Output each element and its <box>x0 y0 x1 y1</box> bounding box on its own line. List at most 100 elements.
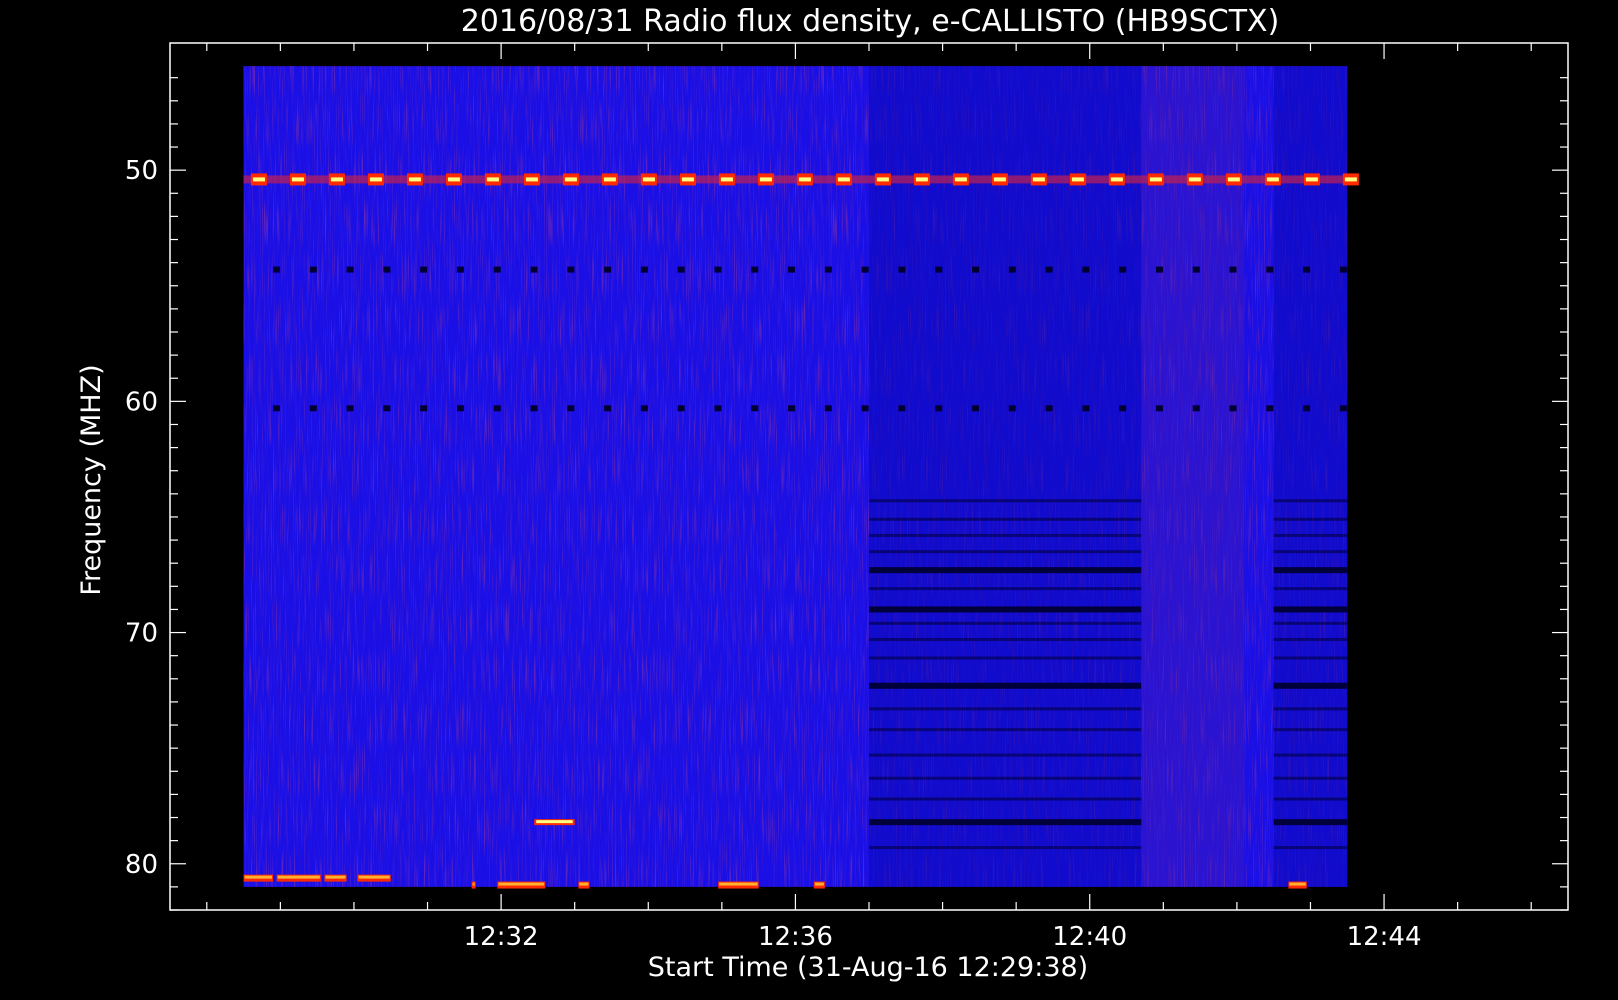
dark-band-line <box>1273 819 1348 826</box>
dotted-band-dot <box>972 266 980 273</box>
dotted-band-dot <box>751 405 759 412</box>
dark-band-line <box>869 797 1142 801</box>
dark-band-line <box>1273 728 1348 732</box>
strong-band-peak <box>1110 177 1123 182</box>
burst-segment-core <box>579 882 589 886</box>
strong-band-peak <box>720 177 733 182</box>
strong-band-peak <box>564 177 577 182</box>
dotted-band-dot <box>640 266 648 273</box>
dotted-band-dot <box>861 405 869 412</box>
dark-band-line <box>1273 776 1348 780</box>
dark-band-line <box>1273 682 1348 689</box>
dark-band-line <box>869 499 1142 503</box>
dark-band-line <box>1273 533 1348 537</box>
burst-segment-core <box>498 882 545 886</box>
dark-band-line <box>1273 656 1348 660</box>
strong-band-peak <box>642 177 655 182</box>
dotted-band-dot <box>420 266 428 273</box>
dotted-band-dot <box>898 266 906 273</box>
dark-band-line <box>1273 550 1348 554</box>
dotted-band-dot <box>898 405 906 412</box>
dotted-band-dot <box>530 405 538 412</box>
dotted-band-dot <box>530 266 538 273</box>
dark-band-line <box>869 819 1142 826</box>
spectrogram-chart: 50 60 70 80 12:32 12:36 12:40 12:44 2016/08/31 … <box>76 4 1569 983</box>
dotted-band-dot <box>604 405 612 412</box>
burst-segment-core <box>719 882 758 886</box>
x-tick-label: 12:40 <box>1052 922 1127 952</box>
dark-band-line <box>869 637 1142 641</box>
dark-band-line <box>1273 621 1348 625</box>
y-tick-label: 70 <box>125 619 158 649</box>
dotted-band-dot <box>493 405 501 412</box>
dotted-band-dot <box>1155 405 1163 412</box>
dotted-band-dot <box>1045 266 1053 273</box>
strong-band-peak <box>252 177 265 182</box>
strong-band-peak <box>1071 177 1084 182</box>
strong-band-peak <box>330 177 343 182</box>
strong-band-peak <box>954 177 967 182</box>
dotted-band-dot <box>1266 266 1274 273</box>
burst-segment-core <box>277 875 320 879</box>
dark-band-line <box>869 846 1142 850</box>
strong-band-peak <box>993 177 1006 182</box>
dotted-band-dot <box>1008 405 1016 412</box>
x-axis-label: Start Time (31-Aug-16 12:29:38) <box>648 952 1088 983</box>
dotted-band-dot <box>1119 266 1127 273</box>
dotted-band-dot <box>1229 266 1237 273</box>
dotted-band-dot <box>1119 405 1127 412</box>
dotted-band-dot <box>456 266 464 273</box>
dark-band-line <box>869 606 1142 613</box>
dark-region-2 <box>1273 66 1348 887</box>
dotted-band-dot <box>346 266 354 273</box>
dotted-band-dot <box>273 405 281 412</box>
dark-band-line <box>869 621 1142 625</box>
dotted-band-dot <box>346 405 354 412</box>
burst-mid-core <box>536 820 573 824</box>
dark-band-line <box>869 776 1142 780</box>
dark-band-line <box>869 517 1142 521</box>
dotted-band-dot <box>935 266 943 273</box>
dark-band-line <box>869 753 1142 757</box>
dotted-band-dot <box>604 266 612 273</box>
burst-segment-core <box>358 875 390 879</box>
strong-band-peak <box>837 177 850 182</box>
y-tick-label: 50 <box>125 156 158 186</box>
dotted-band-dot <box>567 405 575 412</box>
dotted-band-dot <box>1339 266 1347 273</box>
burst-segment-core <box>814 882 824 886</box>
dotted-band-dot <box>1339 405 1347 412</box>
strong-band-peak <box>1344 177 1357 182</box>
strong-band-peak <box>291 177 304 182</box>
x-tick-label: 12:32 <box>464 922 539 952</box>
dotted-band-dot <box>677 405 685 412</box>
dark-band-line <box>869 533 1142 537</box>
dotted-band-dot <box>456 405 464 412</box>
strong-band-peak <box>408 177 421 182</box>
dotted-band-dot <box>1045 405 1053 412</box>
dark-band-line <box>1273 517 1348 521</box>
dotted-band-dot <box>567 266 575 273</box>
dark-band-line <box>1273 753 1348 757</box>
dark-band-line <box>1273 606 1348 613</box>
dotted-band-dot <box>493 266 501 273</box>
dark-band-line <box>869 550 1142 554</box>
dark-band-line <box>1273 587 1348 591</box>
strong-band-peak <box>1032 177 1045 182</box>
dotted-band-dot <box>383 266 391 273</box>
dotted-band-dot <box>1008 266 1016 273</box>
strong-band-peak <box>486 177 499 182</box>
strong-band-peak <box>1188 177 1201 182</box>
burst-segment-core <box>1289 882 1306 886</box>
dotted-band-dot <box>1303 266 1311 273</box>
dotted-band-dot <box>788 266 796 273</box>
strong-band-peak <box>369 177 382 182</box>
y-tick-label: 60 <box>125 387 158 417</box>
dark-band-line <box>1273 567 1348 574</box>
dotted-band-dot <box>1303 405 1311 412</box>
dotted-band-dot <box>824 266 832 273</box>
strong-band-peak <box>915 177 928 182</box>
dark-band-line <box>1273 637 1348 641</box>
dotted-band-dot <box>1192 405 1200 412</box>
dotted-band-dot <box>824 405 832 412</box>
